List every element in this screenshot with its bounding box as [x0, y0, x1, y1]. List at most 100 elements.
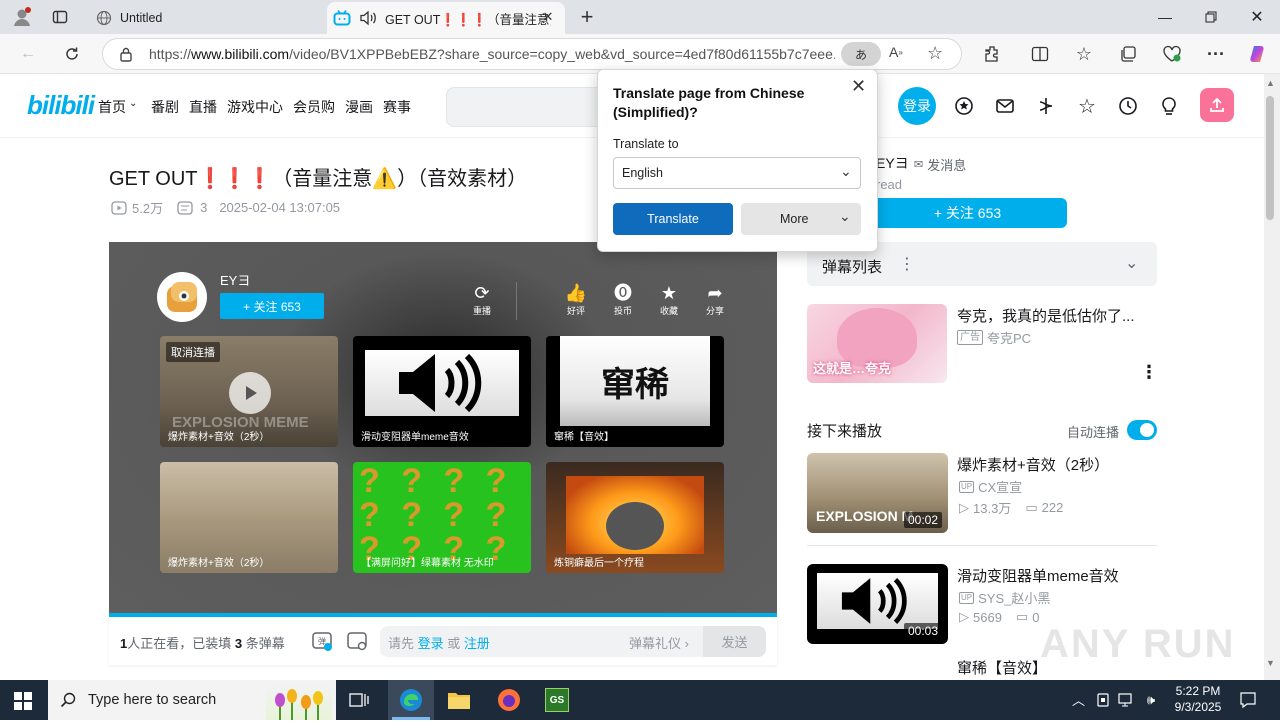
- windows-start-icon[interactable]: [12, 690, 34, 712]
- tab-actions-icon[interactable]: [50, 7, 70, 27]
- new-tab-icon[interactable]: +: [576, 4, 598, 29]
- endscreen-video-4[interactable]: 爆炸素材+音效（2秒）: [160, 462, 338, 573]
- nav-bangumi[interactable]: 番剧: [151, 97, 179, 117]
- rec-title-2[interactable]: 滑动变阻器单meme音效: [957, 565, 1119, 586]
- register-link[interactable]: 注册: [464, 636, 490, 651]
- endscreen-uploader-name[interactable]: EYヨ: [220, 270, 250, 289]
- network-device-icon[interactable]: [1094, 691, 1112, 709]
- like-button[interactable]: 👍 好评: [558, 282, 594, 317]
- refresh-icon[interactable]: [58, 40, 86, 68]
- message-icon[interactable]: [994, 95, 1016, 117]
- lock-icon[interactable]: [119, 46, 133, 62]
- rec-thumbnail-1[interactable]: EXPLOSION M 00:02: [807, 453, 948, 533]
- rec-thumbnail-2[interactable]: 00:03: [807, 564, 948, 644]
- task-view-icon[interactable]: [346, 688, 372, 712]
- speaker-icon[interactable]: [359, 10, 377, 26]
- nav-mall[interactable]: 会员购: [293, 97, 335, 117]
- more-menu-icon[interactable]: ···: [1202, 40, 1230, 68]
- danmaku-etiquette-link[interactable]: 弹幕礼仪 ›: [629, 633, 689, 652]
- profile-icon[interactable]: [10, 5, 34, 29]
- taskbar-edge-button[interactable]: [388, 680, 434, 720]
- video-player[interactable]: EYヨ + 关注 653 ⟳ 重播 👍 好评 ⓿ 投币 ★ 收藏 ➦ 分享 取消连播 EX…: [109, 242, 777, 617]
- endscreen-video-3[interactable]: 窜稀 窜稀【音效】: [546, 336, 724, 447]
- network-icon[interactable]: [1118, 691, 1136, 709]
- sidebar-uploader-name[interactable]: EYヨ: [876, 153, 909, 173]
- danmaku-list-more-icon[interactable]: ⋮: [899, 254, 915, 274]
- nav-live[interactable]: 直播: [189, 97, 217, 117]
- scroll-up-arrow-icon[interactable]: ▲: [1266, 78, 1275, 88]
- nav-home[interactable]: 首页: [98, 97, 126, 117]
- nav-game-center[interactable]: 游戏中心: [227, 97, 283, 117]
- autoplay-toggle[interactable]: [1127, 420, 1157, 440]
- taskbar-clock[interactable]: 5:22 PM 9/3/2025: [1170, 683, 1226, 715]
- show-hidden-icons-chevron-icon[interactable]: ︿: [1072, 690, 1085, 709]
- close-window-icon[interactable]: ✕: [1234, 0, 1280, 34]
- endscreen-video-1[interactable]: 取消连播 EXPLOSION MEME 爆炸素材+音效（2秒）: [160, 336, 338, 447]
- minimize-icon[interactable]: —: [1142, 0, 1188, 34]
- translate-button[interactable]: Translate: [613, 203, 733, 235]
- endscreen-video-5[interactable]: ? ? ? ? ?? ? ? ? ?? ? ? ? ? 【满屏问好】绿幕素材 无…: [353, 462, 531, 573]
- sidebar-follow-button[interactable]: + 关注 653: [868, 198, 1067, 228]
- share-button[interactable]: ➦ 分享: [697, 282, 733, 317]
- file-explorer-icon[interactable]: [447, 688, 471, 712]
- tab-untitled[interactable]: Untitled: [86, 2, 324, 34]
- translate-icon[interactable]: あ: [841, 42, 881, 66]
- uploader-avatar[interactable]: [157, 272, 207, 322]
- rec-uploader-1[interactable]: UP CX宣宣: [959, 477, 1022, 496]
- coin-button[interactable]: ⓿ 投币: [605, 282, 641, 317]
- tab-bilibili-video[interactable]: GET OUT❗❗❗（音量注意⚠️） ✕: [327, 2, 565, 34]
- scrollbar-thumb[interactable]: [1266, 96, 1274, 220]
- bilibili-logo[interactable]: bilibili: [27, 90, 95, 121]
- send-danmaku-button[interactable]: 发送: [703, 626, 766, 657]
- collections-icon[interactable]: [1114, 40, 1142, 68]
- notification-center-icon[interactable]: [1238, 690, 1258, 710]
- favorite-star-icon[interactable]: ☆: [927, 43, 943, 64]
- nav-esports[interactable]: 赛事: [383, 97, 411, 117]
- site-search-input[interactable]: [446, 87, 606, 127]
- close-icon[interactable]: ✕: [851, 76, 866, 97]
- endscreen-video-6[interactable]: 炼铜癖最后一个疗程: [546, 462, 724, 573]
- play-icon[interactable]: [229, 372, 271, 414]
- cancel-autoplay-button[interactable]: 取消连播: [166, 342, 220, 362]
- history-clock-icon[interactable]: [1117, 95, 1139, 117]
- login-avatar-button[interactable]: 登录: [898, 87, 936, 125]
- endscreen-follow-button[interactable]: + 关注 653: [220, 293, 324, 319]
- read-aloud-icon[interactable]: A»: [889, 44, 903, 60]
- ad-more-icon[interactable]: ⋮: [1140, 362, 1158, 383]
- firefox-icon[interactable]: [497, 688, 521, 712]
- chevron-down-icon[interactable]: ⌄: [129, 98, 137, 109]
- chevron-down-icon[interactable]: ⌄: [1125, 253, 1138, 273]
- split-screen-icon[interactable]: [1026, 40, 1054, 68]
- nav-manga[interactable]: 漫画: [345, 97, 373, 117]
- upload-button[interactable]: [1200, 88, 1234, 122]
- favorites-star-icon[interactable]: ☆: [1076, 95, 1098, 118]
- extensions-icon[interactable]: [978, 40, 1006, 68]
- language-select[interactable]: English ⌄: [613, 157, 861, 189]
- collect-button[interactable]: ★ 收藏: [651, 282, 687, 317]
- favorites-icon[interactable]: ☆: [1070, 40, 1098, 68]
- danmaku-settings-icon[interactable]: [345, 629, 369, 653]
- endscreen-video-2[interactable]: 滑动变阻器单meme音效: [353, 336, 531, 447]
- address-bar[interactable]: https://www.bilibili.com/video/BV1XPPBeb…: [102, 38, 962, 70]
- dynamic-icon[interactable]: [1035, 95, 1057, 117]
- creative-bulb-icon[interactable]: [1158, 95, 1180, 117]
- send-message-link[interactable]: ✉ 发消息: [914, 155, 966, 174]
- rec-title-1[interactable]: 爆炸素材+音效（2秒）: [957, 454, 1109, 475]
- more-options-button[interactable]: More ⌄: [741, 203, 861, 235]
- back-icon[interactable]: ←: [14, 40, 42, 68]
- vip-icon[interactable]: [953, 95, 975, 117]
- volume-icon[interactable]: 🕪: [1142, 691, 1160, 709]
- scroll-down-arrow-icon[interactable]: ▼: [1266, 658, 1275, 668]
- ad-thumbnail[interactable]: 这就是…夸克: [807, 304, 947, 383]
- browser-essentials-icon[interactable]: [1158, 40, 1186, 68]
- close-tab-icon[interactable]: ✕: [539, 8, 557, 26]
- taskbar-search-box[interactable]: Type here to search: [48, 680, 336, 720]
- danmaku-toggle-icon[interactable]: 弹: [310, 629, 334, 653]
- ad-title[interactable]: 夸克，我真的是低估你了...: [957, 305, 1135, 326]
- restore-icon[interactable]: [1188, 0, 1234, 34]
- copilot-icon[interactable]: [1244, 40, 1272, 68]
- login-link[interactable]: 登录: [418, 636, 444, 651]
- rec-uploader-2[interactable]: UP SYS_赵小黑: [959, 588, 1050, 607]
- rec-title-3[interactable]: 窜稀【音效】: [957, 657, 1047, 678]
- replay-button[interactable]: ⟳ 重播: [464, 282, 500, 317]
